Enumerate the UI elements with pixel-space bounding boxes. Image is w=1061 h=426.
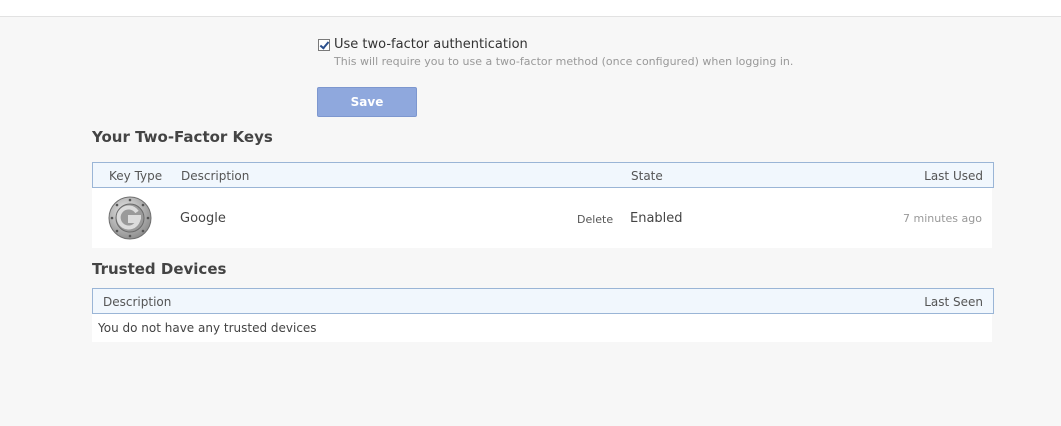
column-last-used: Last Used (924, 169, 983, 183)
key-description: Google (180, 211, 226, 226)
save-button[interactable]: Save (317, 87, 417, 117)
devices-table-body: You do not have any trusted devices (92, 314, 992, 342)
key-last-used: 7 minutes ago (903, 212, 982, 225)
two-factor-label[interactable]: Use two-factor authentication (334, 37, 528, 52)
column-description: Description (103, 295, 172, 309)
two-factor-hint: This will require you to use a two-facto… (334, 55, 794, 68)
table-row: Google Delete Enabled 7 minutes ago (92, 188, 992, 248)
two-factor-keys-title: Your Two-Factor Keys (92, 128, 273, 146)
top-bar (0, 0, 1061, 17)
no-devices-message: You do not have any trusted devices (98, 321, 317, 335)
google-authenticator-icon (108, 196, 152, 240)
delete-key-link[interactable]: Delete (577, 213, 613, 226)
keys-table-header: Key Type Description State Last Used (92, 162, 994, 188)
trusted-devices-title: Trusted Devices (92, 260, 227, 278)
devices-table-header: Description Last Seen (92, 288, 994, 314)
column-key-type: Key Type (109, 169, 163, 183)
column-last-seen: Last Seen (924, 295, 983, 309)
column-description: Description (181, 169, 250, 183)
key-state: Enabled (630, 211, 683, 226)
two-factor-checkbox[interactable] (318, 38, 330, 51)
two-factor-option[interactable]: Use two-factor authentication (318, 37, 528, 52)
column-state: State (631, 169, 663, 183)
